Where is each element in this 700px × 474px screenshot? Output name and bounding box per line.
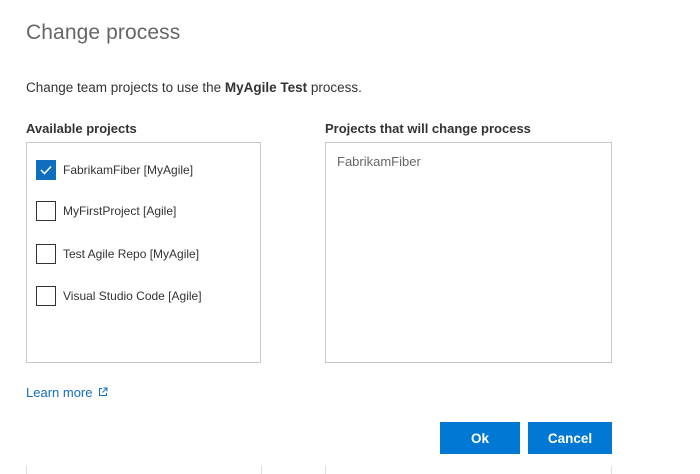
cancel-button[interactable]: Cancel (528, 422, 612, 454)
checkbox-unchecked[interactable] (36, 244, 56, 264)
project-label: FabrikamFiber [MyAgile] (63, 163, 194, 177)
description-suffix: process. (307, 80, 362, 95)
project-label: Visual Studio Code [Agile] (63, 289, 202, 303)
dialog-description: Change team projects to use the MyAgile … (26, 80, 362, 95)
available-projects-list: FabrikamFiber [MyAgile] MyFirstProject [… (26, 142, 261, 363)
project-checkbox-item[interactable]: Visual Studio Code [Agile] (36, 285, 202, 307)
process-name: MyAgile Test (224, 80, 308, 95)
checkbox-unchecked[interactable] (36, 201, 56, 221)
checkbox-unchecked[interactable] (36, 286, 56, 306)
changing-project-item: FabrikamFiber (337, 154, 421, 169)
project-label: Test Agile Repo [MyAgile] (63, 247, 200, 261)
ok-button[interactable]: Ok (440, 422, 520, 454)
divider-line (325, 466, 326, 474)
change-process-dialog: Change process Change team projects to u… (0, 0, 700, 474)
divider-line (611, 466, 612, 474)
changing-projects-heading: Projects that will change process (325, 121, 531, 136)
checkbox-checked[interactable] (36, 160, 56, 180)
changing-projects-list: FabrikamFiber (325, 142, 612, 363)
divider-line (26, 466, 27, 474)
learn-more-link[interactable]: Learn more (26, 385, 108, 400)
project-checkbox-item[interactable]: MyFirstProject [Agile] (36, 200, 176, 222)
learn-more-label: Learn more (26, 385, 93, 400)
project-checkbox-item[interactable]: Test Agile Repo [MyAgile] (36, 243, 199, 265)
divider-line (261, 466, 262, 474)
description-prefix: Change team projects to use the (26, 80, 225, 95)
project-checkbox-item[interactable]: FabrikamFiber [MyAgile] (36, 159, 193, 181)
checkmark-icon (40, 165, 52, 175)
available-projects-heading: Available projects (26, 121, 137, 136)
project-label: MyFirstProject [Agile] (63, 204, 177, 218)
dialog-title: Change process (26, 21, 181, 44)
external-link-icon (98, 385, 108, 400)
